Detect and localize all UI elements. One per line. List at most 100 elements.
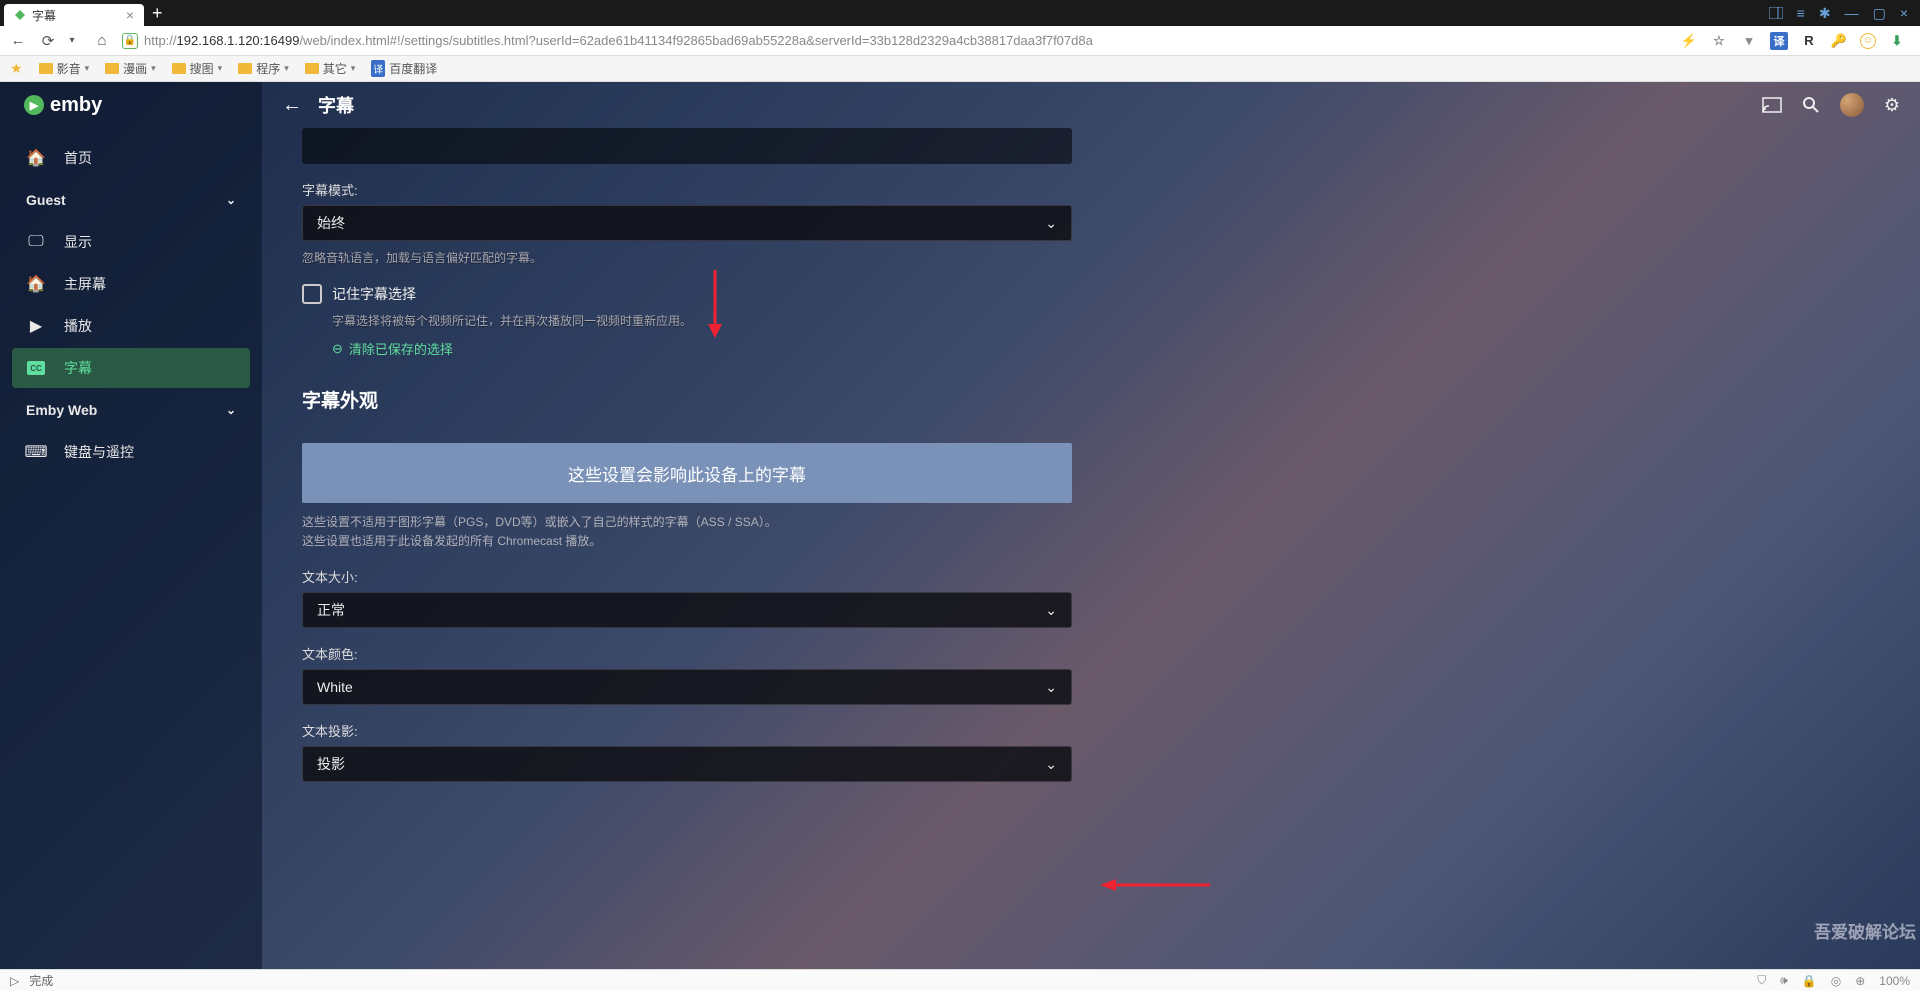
key-ext-icon[interactable]: 🔑: [1830, 32, 1848, 50]
logo-icon: ▶: [24, 95, 44, 115]
folder-icon: [305, 63, 319, 74]
network-icon[interactable]: ⊕: [1855, 974, 1865, 988]
reload-dropdown-icon[interactable]: ▾: [62, 31, 82, 51]
main-panel: ← 字幕 ⚙ 字幕模式: 始终 ⌄ 忽略音轨语言，加载与语言偏好匹配的字幕。 记…: [262, 82, 1920, 969]
bookmarks-bar: ★ 影音▾ 漫画▾ 搜图▾ 程序▾ 其它▾ 译百度翻译: [0, 56, 1920, 82]
select-value: 始终: [317, 213, 345, 233]
bookmark-folder[interactable]: 其它▾: [305, 60, 356, 77]
sound-icon[interactable]: 🕪: [1780, 973, 1788, 988]
browser-tab[interactable]: 字幕 ×: [4, 4, 144, 26]
flash-icon[interactable]: ⚡: [1680, 32, 1698, 50]
clear-icon: ⊖: [332, 341, 343, 357]
search-icon[interactable]: [1802, 96, 1820, 114]
status-bar: ▷ 完成 ⛉ 🕪 🔒 ◎ ⊕ 100%: [0, 969, 1920, 991]
color-select[interactable]: White ⌄: [302, 669, 1072, 705]
avatar[interactable]: [1840, 93, 1864, 117]
translate-icon: 译: [371, 60, 385, 77]
new-tab-button[interactable]: +: [152, 3, 163, 24]
nav-label: 首页: [64, 148, 92, 168]
minimize-icon[interactable]: —: [1845, 5, 1859, 21]
chevron-down-icon: ⌄: [1045, 602, 1057, 619]
zoom-level[interactable]: 100%: [1879, 974, 1910, 988]
size-label: 文本大小:: [302, 567, 1880, 586]
logo[interactable]: ▶ emby: [0, 82, 262, 128]
bookmark-folder[interactable]: 影音▾: [39, 60, 90, 77]
nav-home[interactable]: 🏠 首页: [12, 138, 250, 178]
nav-display[interactable]: 🖵 显示: [12, 222, 250, 262]
shadow-select[interactable]: 投影 ⌄: [302, 746, 1072, 782]
nav-subtitles[interactable]: CC 字幕: [12, 348, 250, 388]
bookmark-folder[interactable]: 程序▾: [238, 60, 289, 77]
translate-ext-icon[interactable]: 译: [1770, 32, 1788, 50]
back-button[interactable]: ←: [282, 94, 302, 117]
reload-icon[interactable]: ⟳: [38, 31, 58, 51]
window-close-icon[interactable]: ×: [1900, 5, 1908, 21]
tab-favicon: [14, 9, 26, 21]
chevron-down-icon: ⌄: [1045, 215, 1057, 232]
chevron-down-icon: ⌄: [226, 193, 236, 207]
shadow-label: 文本投影:: [302, 721, 1880, 740]
mode-label: 字幕模式:: [302, 180, 1880, 199]
shield-icon[interactable]: ⛉: [1757, 973, 1766, 988]
nav-label: 播放: [64, 316, 92, 336]
bookmark-folder[interactable]: 漫画▾: [105, 60, 156, 77]
house-icon: 🏠: [26, 274, 46, 294]
nav-homescreen[interactable]: 🏠 主屏幕: [12, 264, 250, 304]
bookmark-folder[interactable]: 搜图▾: [172, 60, 223, 77]
select-value: White: [317, 679, 353, 695]
nav-playback[interactable]: ▶ 播放: [12, 306, 250, 346]
checkbox-icon[interactable]: [302, 284, 322, 304]
folder-icon: [105, 63, 119, 74]
nav-section-guest[interactable]: Guest ⌄: [12, 180, 250, 220]
puzzle-icon[interactable]: ✱: [1819, 5, 1831, 22]
lock-status-icon[interactable]: 🔒: [1802, 974, 1817, 988]
sidebar: ▶ emby 🏠 首页 Guest ⌄ 🖵 显示 🏠 主屏幕 ▶ 播放: [0, 82, 262, 969]
watermark: 吾爱破解论坛: [1814, 918, 1916, 943]
chevron-down-icon: ⌄: [226, 403, 236, 417]
clear-saved-link[interactable]: ⊖ 清除已保存的选择: [302, 339, 1880, 358]
back-icon[interactable]: ←: [8, 31, 28, 51]
keyboard-icon: ⌨: [26, 442, 46, 462]
smile-ext-icon[interactable]: ☺: [1860, 33, 1876, 49]
nav-label: 主屏幕: [64, 274, 106, 294]
tv-icon: 🖵: [26, 233, 46, 251]
home-icon[interactable]: ⌂: [92, 31, 112, 51]
color-label: 文本颜色:: [302, 644, 1880, 663]
app-container: ▶ emby 🏠 首页 Guest ⌄ 🖵 显示 🏠 主屏幕 ▶ 播放: [0, 82, 1920, 969]
url-text: http://192.168.1.120:16499/web/index.htm…: [144, 33, 1093, 48]
cc-icon: CC: [26, 361, 46, 375]
info-banner: 这些设置会影响此设备上的字幕: [302, 443, 1072, 503]
panel-icon[interactable]: [1769, 7, 1783, 19]
menu-icon[interactable]: ≡: [1797, 5, 1805, 21]
content: 字幕模式: 始终 ⌄ 忽略音轨语言，加载与语言偏好匹配的字幕。 记住字幕选择 字…: [262, 128, 1920, 782]
previous-select[interactable]: [302, 128, 1072, 164]
window-controls: ≡ ✱ — ▢ ×: [1769, 5, 1916, 22]
tab-title: 字幕: [32, 7, 56, 24]
target-icon[interactable]: ◎: [1831, 974, 1841, 988]
mode-select[interactable]: 始终 ⌄: [302, 205, 1072, 241]
r-ext-icon[interactable]: R: [1800, 32, 1818, 50]
banner-text: 这些设置会影响此设备上的字幕: [568, 461, 806, 486]
play-status-icon[interactable]: ▷: [10, 974, 19, 988]
folder-icon: [172, 63, 186, 74]
address-bar: ← ⟳ ▾ ⌂ 🔒 http://192.168.1.120:16499/web…: [0, 26, 1920, 56]
banner-note: 这些设置不适用于图形字幕（PGS，DVD等）或嵌入了自己的样式的字幕（ASS /…: [302, 513, 1880, 551]
chevron-down-icon: ⌄: [1045, 679, 1057, 696]
appearance-title: 字幕外观: [302, 386, 1880, 413]
topbar: ← 字幕 ⚙: [262, 82, 1920, 128]
nav-keyboard[interactable]: ⌨ 键盘与遥控: [12, 432, 250, 472]
gear-icon[interactable]: ⚙: [1884, 95, 1900, 116]
dropdown-icon[interactable]: ▾: [1740, 32, 1758, 50]
cast-icon[interactable]: [1762, 97, 1782, 113]
download-icon[interactable]: ⬇: [1888, 32, 1906, 50]
bookmark-translate[interactable]: 译百度翻译: [371, 60, 437, 77]
maximize-icon[interactable]: ▢: [1873, 5, 1886, 22]
close-icon[interactable]: ×: [126, 7, 134, 23]
remember-checkbox-row[interactable]: 记住字幕选择: [302, 284, 1880, 304]
url-field[interactable]: 🔒 http://192.168.1.120:16499/web/index.h…: [122, 33, 1670, 49]
nav-section-web[interactable]: Emby Web ⌄: [12, 390, 250, 430]
bookmark-star-icon[interactable]: ★: [10, 60, 23, 77]
size-select[interactable]: 正常 ⌄: [302, 592, 1072, 628]
folder-icon: [39, 63, 53, 74]
star-icon[interactable]: ☆: [1710, 32, 1728, 50]
